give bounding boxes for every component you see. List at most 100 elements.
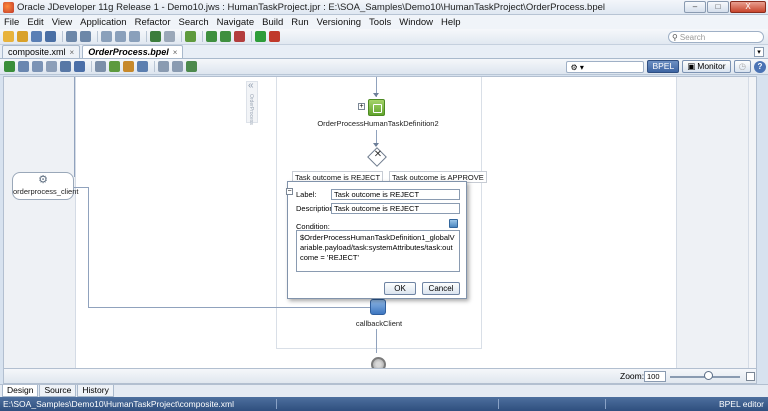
zoom-level-select[interactable]: 100 xyxy=(644,371,666,382)
connector-line xyxy=(74,77,75,177)
flow-arrow-icon xyxy=(373,93,379,97)
toolbar-separator xyxy=(202,31,203,42)
component-selector[interactable]: ⚙ ▾ xyxy=(566,60,645,73)
open-folder-icon[interactable] xyxy=(17,31,28,42)
monitor-view-label: Monitor xyxy=(697,61,726,71)
paste-icon[interactable] xyxy=(129,31,140,42)
toolbar-separator xyxy=(181,31,182,42)
variable-icon[interactable] xyxy=(32,61,43,72)
label-caption: Label: xyxy=(296,190,317,199)
editor-tab-bar: composite.xml × OrderProcess.bpel × ▾ xyxy=(0,45,768,59)
validate-icon[interactable] xyxy=(4,61,15,72)
grid-icon[interactable] xyxy=(60,61,71,72)
menu-navigate[interactable]: Navigate xyxy=(217,17,255,28)
collapse-bar-label: OrderProcess xyxy=(248,94,254,125)
menu-search[interactable]: Search xyxy=(179,17,209,28)
monitor-view-button[interactable]: ▣ Monitor xyxy=(682,60,731,73)
menu-edit[interactable]: Edit xyxy=(27,17,43,28)
close-tab-icon[interactable]: × xyxy=(173,48,178,57)
callback-connector-line xyxy=(88,307,370,308)
partner-links-lane-left xyxy=(4,77,76,368)
export-image-icon[interactable] xyxy=(172,61,183,72)
condition-textarea[interactable]: $OrderProcessHumanTaskDefinition1_global… xyxy=(296,230,460,272)
maximize-button[interactable]: □ xyxy=(707,1,729,13)
menu-window[interactable]: Window xyxy=(399,17,433,28)
print-icon[interactable] xyxy=(158,61,169,72)
menu-build[interactable]: Build xyxy=(262,17,283,28)
cut-icon[interactable] xyxy=(101,31,112,42)
partner-link-icon[interactable] xyxy=(95,61,106,72)
menu-run[interactable]: Run xyxy=(291,17,308,28)
tab-label: composite.xml xyxy=(8,47,66,57)
tab-history[interactable]: History xyxy=(77,385,114,397)
back-icon[interactable] xyxy=(150,31,161,42)
undo-icon[interactable] xyxy=(66,31,77,42)
new-file-icon[interactable] xyxy=(3,31,14,42)
run-icon[interactable] xyxy=(255,31,266,42)
sensor-icon[interactable] xyxy=(46,61,57,72)
expand-toggle-icon[interactable]: + xyxy=(358,103,365,110)
minimize-button[interactable]: – xyxy=(684,1,706,13)
build-config-icon[interactable] xyxy=(234,31,245,42)
title-bar: Oracle JDeveloper 11g Release 1 - Demo10… xyxy=(0,0,768,15)
copy-icon[interactable] xyxy=(115,31,126,42)
global-search-input[interactable]: ⚲ Search xyxy=(668,31,764,43)
label-field[interactable]: Task outcome is REJECT xyxy=(331,189,460,200)
redo-icon[interactable] xyxy=(80,31,91,42)
tab-source[interactable]: Source xyxy=(39,385,77,397)
menu-versioning[interactable]: Versioning xyxy=(317,17,361,28)
menu-tools[interactable]: Tools xyxy=(369,17,391,28)
ok-button[interactable]: OK xyxy=(384,282,416,295)
process-collapse-bar[interactable]: « OrderProcess xyxy=(246,80,258,125)
tab-design[interactable]: Design xyxy=(2,385,39,397)
status-separator xyxy=(498,399,499,409)
make-icon[interactable] xyxy=(206,31,217,42)
close-button[interactable]: X xyxy=(730,1,766,13)
rebuild-icon[interactable] xyxy=(220,31,231,42)
flow-icon[interactable] xyxy=(186,61,197,72)
zoom-bar: Zoom: 100 xyxy=(3,369,757,384)
partner-link-label: orderprocess_client xyxy=(13,187,79,196)
collapse-chevron-icon: « xyxy=(248,80,254,91)
zoom-slider-thumb[interactable] xyxy=(703,371,713,380)
save-icon[interactable] xyxy=(31,31,42,42)
toolbar-separator xyxy=(91,61,92,72)
extra-view-button[interactable]: ◷ xyxy=(733,60,751,73)
deploy-icon[interactable] xyxy=(185,31,196,42)
orderprocess-client-partner-link[interactable]: ⚙ orderprocess_client xyxy=(12,172,79,200)
help-icon[interactable]: ? xyxy=(754,60,766,73)
callback-client-invoke-node[interactable] xyxy=(370,299,386,315)
bookmark-icon[interactable] xyxy=(137,61,148,72)
expression-builder-icon[interactable] xyxy=(449,219,458,228)
correlation-icon[interactable] xyxy=(123,61,134,72)
save-all-icon[interactable] xyxy=(45,31,56,42)
canvas-vertical-scrollbar[interactable] xyxy=(748,77,756,368)
jdeveloper-app-icon xyxy=(3,1,14,13)
dialog-collapse-icon[interactable]: − xyxy=(286,188,293,195)
refresh-icon[interactable] xyxy=(18,61,29,72)
menu-file[interactable]: File xyxy=(4,17,19,28)
cancel-button[interactable]: Cancel xyxy=(422,282,460,295)
zoom-fit-icon[interactable] xyxy=(746,372,755,381)
menu-application[interactable]: Application xyxy=(80,17,126,28)
description-field[interactable]: Task outcome is REJECT xyxy=(331,203,460,214)
debug-icon[interactable] xyxy=(269,31,280,42)
forward-icon[interactable] xyxy=(164,31,175,42)
description-caption: Description: xyxy=(296,204,336,213)
window-controls: – □ X xyxy=(684,1,766,13)
close-tab-icon[interactable]: × xyxy=(70,48,75,57)
menu-refactor[interactable]: Refactor xyxy=(135,17,171,28)
human-task-node[interactable] xyxy=(368,99,385,116)
activity-icon[interactable] xyxy=(109,61,120,72)
status-file-path: E:\SOA_Samples\Demo10\HumanTaskProject\c… xyxy=(3,399,235,409)
menu-help[interactable]: Help xyxy=(441,17,461,28)
properties-icon[interactable] xyxy=(74,61,85,72)
menu-view[interactable]: View xyxy=(52,17,72,28)
gear-icon: ⚙ xyxy=(38,174,48,186)
bpel-view-button[interactable]: BPEL xyxy=(647,60,680,73)
tab-composite-xml[interactable]: composite.xml × xyxy=(2,45,81,58)
status-separator xyxy=(276,399,277,409)
status-separator xyxy=(605,399,606,409)
tab-list-dropdown[interactable]: ▾ xyxy=(754,47,764,57)
tab-orderprocess-bpel[interactable]: OrderProcess.bpel × xyxy=(82,45,184,58)
